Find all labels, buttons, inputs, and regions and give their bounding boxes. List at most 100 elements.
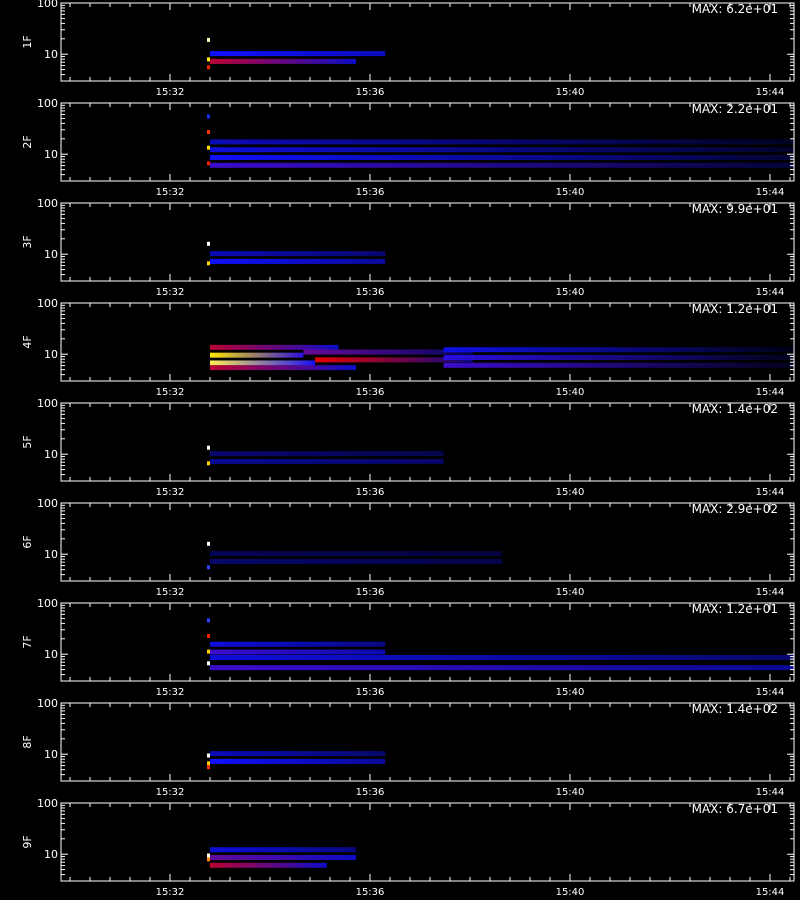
burst-spike-cell bbox=[207, 114, 210, 119]
plot-frame bbox=[60, 702, 795, 782]
heatmap-band bbox=[443, 362, 794, 368]
x-tick-label: 15:36 bbox=[356, 587, 385, 598]
heatmap-band bbox=[210, 258, 386, 264]
burst-spike-cell bbox=[207, 37, 210, 42]
panel-5: 100 10 15:32 15:36 15:40 15:44 5F MAX: 1.4e+02 bbox=[21, 397, 795, 498]
panel-9: 100 10 15:32 15:36 15:40 15:44 9F MAX: 6.7e+01 bbox=[21, 797, 795, 898]
max-annotation: MAX: 1.2e+01 bbox=[692, 602, 778, 616]
burst-spike-cell bbox=[207, 461, 210, 466]
plot-frame bbox=[60, 502, 795, 582]
x-tick-label: 15:40 bbox=[556, 87, 585, 98]
panel-label: 9F bbox=[21, 835, 34, 848]
heatmap-band bbox=[210, 558, 502, 564]
y-tick-label: 100 bbox=[37, 497, 58, 510]
burst-spike-cell bbox=[207, 65, 210, 70]
x-tick-label: 15:36 bbox=[356, 487, 385, 498]
x-tick-label: 15:32 bbox=[156, 187, 185, 198]
x-tick-label: 15:36 bbox=[356, 287, 385, 298]
max-annotation: MAX: 6.7e+01 bbox=[692, 802, 778, 816]
panel-label: 3F bbox=[21, 235, 34, 248]
max-annotation: MAX: 1.4e+02 bbox=[692, 402, 778, 416]
panel-6: 100 10 15:32 15:36 15:40 15:44 6F MAX: 2.9e+02 bbox=[21, 497, 795, 598]
heatmap-band bbox=[210, 847, 356, 853]
heatmap-band bbox=[210, 862, 327, 868]
heatmap-band bbox=[210, 551, 502, 557]
x-tick-label: 15:32 bbox=[156, 387, 185, 398]
heatmap-band bbox=[210, 344, 339, 350]
plot-frame bbox=[60, 2, 795, 82]
heatmap-band bbox=[210, 365, 356, 371]
y-tick-label: 10 bbox=[44, 48, 58, 61]
x-tick-label: 15:44 bbox=[756, 287, 785, 298]
panel-7: 100 10 15:32 15:36 15:40 15:44 7F MAX: 1.2e+01 bbox=[21, 597, 795, 698]
burst-spike-cell bbox=[207, 661, 210, 666]
panel-4: 100 10 15:32 15:36 15:40 15:44 4F MAX: 1.2e+01 bbox=[21, 297, 795, 398]
burst-spike-cell bbox=[207, 565, 210, 570]
y-tick-label: 10 bbox=[44, 748, 58, 761]
x-tick-label: 15:32 bbox=[156, 87, 185, 98]
burst-spike-cell bbox=[207, 145, 210, 150]
heatmap-band bbox=[210, 458, 444, 464]
burst-spike-cell bbox=[207, 445, 210, 450]
heatmap-band bbox=[210, 641, 386, 647]
burst-spike-cell bbox=[207, 765, 210, 770]
heatmap-band bbox=[443, 355, 794, 360]
x-tick-label: 15:44 bbox=[756, 787, 785, 798]
y-tick-label: 100 bbox=[37, 397, 58, 410]
heatmap-band bbox=[210, 51, 386, 57]
heatmap-band bbox=[210, 649, 386, 655]
y-tick-label: 100 bbox=[37, 197, 58, 210]
y-tick-label: 100 bbox=[37, 0, 58, 10]
x-tick-label: 15:32 bbox=[156, 487, 185, 498]
heatmap-band bbox=[210, 58, 356, 64]
x-tick-label: 15:32 bbox=[156, 587, 185, 598]
heatmap-band bbox=[210, 251, 386, 257]
x-tick-label: 15:36 bbox=[356, 687, 385, 698]
y-tick-label: 10 bbox=[44, 848, 58, 861]
heatmap-band bbox=[210, 451, 444, 457]
x-tick-label: 15:36 bbox=[356, 387, 385, 398]
x-tick-label: 15:36 bbox=[356, 187, 385, 198]
y-tick-label: 10 bbox=[44, 248, 58, 261]
max-annotation: MAX: 9.9e+01 bbox=[692, 202, 778, 216]
max-annotation: MAX: 2.2e+01 bbox=[692, 102, 778, 116]
burst-spike-cell bbox=[207, 57, 210, 62]
panel-label: 6F bbox=[21, 535, 34, 548]
burst-spike-cell bbox=[207, 649, 210, 654]
heatmap-band bbox=[210, 751, 386, 757]
x-tick-label: 15:44 bbox=[756, 87, 785, 98]
panel-2: 100 10 15:32 15:36 15:40 15:44 2F MAX: 2.2e+01 bbox=[21, 97, 795, 198]
max-annotation: MAX: 1.4e+02 bbox=[692, 702, 778, 716]
panel-label: 8F bbox=[21, 735, 34, 748]
plot-frame bbox=[60, 202, 795, 282]
x-tick-label: 15:40 bbox=[556, 487, 585, 498]
heatmap-band bbox=[443, 347, 794, 353]
burst-spike-cell bbox=[207, 618, 210, 623]
x-tick-label: 15:40 bbox=[556, 887, 585, 898]
panel-1: 100 10 15:32 15:36 15:40 15:44 1F MAX: 6.2e+01 bbox=[21, 0, 795, 98]
x-tick-label: 15:44 bbox=[756, 687, 785, 698]
x-tick-label: 15:44 bbox=[756, 187, 785, 198]
heatmap-band bbox=[210, 139, 794, 145]
x-tick-label: 15:36 bbox=[356, 887, 385, 898]
x-tick-label: 15:40 bbox=[556, 387, 585, 398]
x-tick-label: 15:40 bbox=[556, 187, 585, 198]
burst-spike-cell bbox=[207, 261, 210, 266]
heatmap-band bbox=[210, 352, 304, 358]
plot-frame bbox=[60, 402, 795, 482]
max-annotation: MAX: 6.2e+01 bbox=[692, 2, 778, 16]
x-tick-label: 15:36 bbox=[356, 87, 385, 98]
panel-label: 5F bbox=[21, 435, 34, 448]
panel-3: 100 10 15:32 15:36 15:40 15:44 3F MAX: 9.9e+01 bbox=[21, 197, 795, 298]
y-tick-label: 100 bbox=[37, 697, 58, 710]
plot-frame bbox=[60, 302, 795, 382]
x-tick-label: 15:40 bbox=[556, 587, 585, 598]
x-tick-label: 15:44 bbox=[756, 487, 785, 498]
heatmap-band bbox=[210, 655, 794, 660]
x-tick-label: 15:40 bbox=[556, 787, 585, 798]
plot-frame bbox=[60, 802, 795, 882]
x-tick-label: 15:32 bbox=[156, 287, 185, 298]
max-annotation: MAX: 2.9e+02 bbox=[692, 502, 778, 516]
y-tick-label: 100 bbox=[37, 297, 58, 310]
heatmap-band bbox=[210, 162, 794, 168]
